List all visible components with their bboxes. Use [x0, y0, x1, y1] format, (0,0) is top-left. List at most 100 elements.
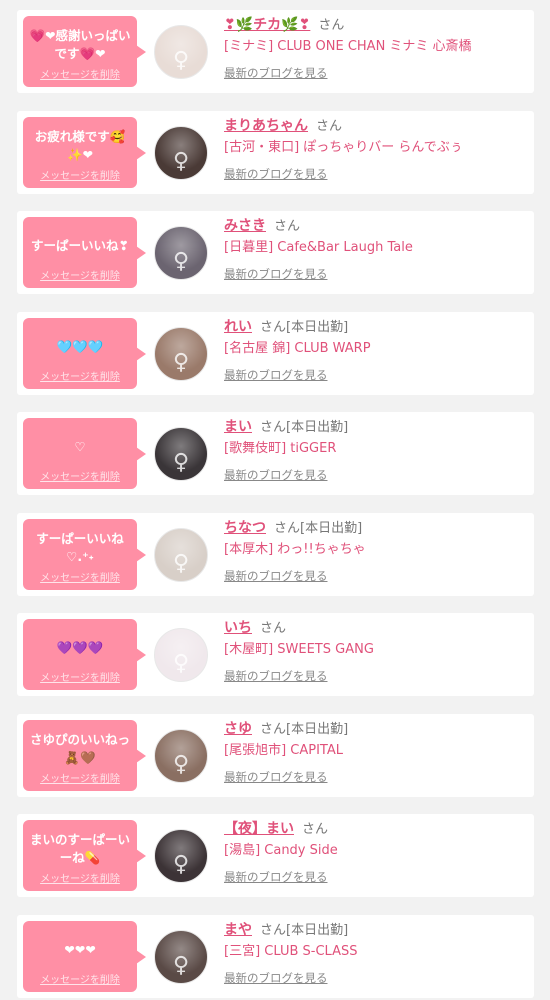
message-bubble: ❤❤❤ メッセージを削除 — [23, 920, 146, 992]
name-line: いち さん — [224, 618, 526, 638]
avatar-person-icon: ♀ — [172, 952, 190, 978]
delete-message-link[interactable]: メッセージを削除 — [23, 569, 137, 584]
message-text: お疲れ様です🥰 ✨❤ — [34, 128, 126, 162]
avatar[interactable]: ♀ — [154, 829, 208, 883]
avatar[interactable]: ♀ — [154, 427, 208, 481]
latest-blog-link[interactable]: 最新のブログを見る — [224, 769, 328, 785]
message-card: さゆぴのいいねっ 🧸🤎 メッセージを削除 ♀ さゆ さん[本日出勤] [尾張旭市]… — [17, 713, 534, 797]
name-line: まい さん[本日出勤] — [224, 417, 526, 437]
message-card: お疲れ様です🥰 ✨❤ メッセージを削除 ♀ まりあちゃん さん [古河・東口] ぽ… — [17, 110, 534, 194]
delete-message-link[interactable]: メッセージを削除 — [23, 468, 137, 483]
sender-name-link[interactable]: さゆ — [224, 721, 252, 737]
honorific: さん — [318, 18, 345, 33]
latest-blog-link[interactable]: 最新のブログを見る — [224, 65, 328, 81]
avatar[interactable]: ♀ — [154, 125, 208, 180]
avatar-person-icon: ♀ — [172, 48, 190, 73]
message-bubble: すーぱーいいね❣ メッセージを削除 — [23, 217, 146, 288]
message-bubble: すーぱーいいね ♡.⁺˖ メッセージを削除 — [23, 518, 146, 590]
latest-blog-link[interactable]: 最新のブログを見る — [224, 467, 328, 483]
message-text: 💗❤感謝いっぱい です💗❤ — [29, 28, 131, 61]
message-bubble: 💗❤感謝いっぱい です💗❤ メッセージを削除 — [23, 16, 146, 87]
avatar-person-icon: ♀ — [172, 450, 190, 475]
message-bubble: まいのすーぱーい ーね💊 メッセージを削除 — [23, 820, 146, 891]
delete-message-link[interactable]: メッセージを削除 — [23, 167, 137, 182]
latest-blog-link[interactable]: 最新のブログを見る — [224, 869, 328, 885]
honorific: さん — [316, 118, 343, 134]
message-card: 🩵🩵🩵 メッセージを削除 ♀ れい さん[本日出勤] [名古屋 錦] CLUB W… — [17, 311, 534, 395]
delete-message-link[interactable]: メッセージを削除 — [23, 368, 137, 383]
delete-message-link[interactable]: メッセージを削除 — [23, 971, 137, 986]
latest-blog-link[interactable]: 最新のブログを見る — [224, 568, 328, 584]
shop-name: [ミナミ] CLUB ONE CHAN ミナミ 心斎橋 — [224, 39, 472, 54]
shop-name: [名古屋 錦] CLUB WARP — [224, 340, 371, 356]
message-text: 🩵🩵🩵 — [56, 338, 104, 354]
avatar[interactable]: ♀ — [154, 728, 208, 783]
message-bubble: さゆぴのいいねっ 🧸🤎 メッセージを削除 — [23, 719, 146, 791]
sender-name-link[interactable]: まい — [224, 419, 252, 435]
avatar[interactable]: ♀ — [154, 226, 208, 280]
shop-name: [本厚木] わっ!!ちゃちゃ — [224, 541, 366, 557]
delete-message-link[interactable]: メッセージを削除 — [23, 669, 137, 684]
shop-name: [木屋町] SWEETS GANG — [224, 642, 374, 657]
shop-name: [湯島] Candy Side — [224, 843, 338, 858]
sender-info: まや さん[本日出勤] [三宮] CLUB S-CLASS 最新のブログを見る — [224, 920, 526, 986]
sender-name-link[interactable]: 【夜】まい — [224, 821, 294, 837]
message-card: 💗❤感謝いっぱい です💗❤ メッセージを削除 ♀ ❣🌿チカ🌿❣ さん [ミナミ] … — [17, 10, 534, 93]
latest-blog-link[interactable]: 最新のブログを見る — [224, 970, 328, 986]
shop-name: [三宮] CLUB S-CLASS — [224, 943, 358, 959]
sender-name-link[interactable]: みさき — [224, 218, 266, 234]
avatar[interactable]: ♀ — [154, 25, 208, 79]
message-list: 💗❤感謝いっぱい です💗❤ メッセージを削除 ♀ ❣🌿チカ🌿❣ さん [ミナミ] … — [0, 0, 550, 1000]
shop-name: [古河・東口] ぽっちゃりバー らんでぶぅ — [224, 139, 463, 155]
latest-blog-link[interactable]: 最新のブログを見る — [224, 166, 328, 182]
sender-name-link[interactable]: ちなつ — [224, 520, 266, 536]
avatar[interactable]: ♀ — [154, 929, 208, 984]
delete-message-link[interactable]: メッセージを削除 — [23, 770, 137, 785]
sender-name-link[interactable]: れい — [224, 319, 252, 335]
message-text: すーぱーいいね ♡.⁺˖ — [36, 530, 124, 564]
status-badge: [本日出勤] — [286, 922, 349, 938]
avatar[interactable]: ♀ — [154, 527, 208, 582]
honorific: さん — [274, 520, 301, 536]
sender-info: いち さん [木屋町] SWEETS GANG 最新のブログを見る — [224, 618, 526, 684]
message-bubble: ♡ メッセージを削除 — [23, 418, 146, 489]
avatar-person-icon: ♀ — [172, 249, 190, 274]
avatar[interactable]: ♀ — [154, 628, 208, 682]
delete-message-link[interactable]: メッセージを削除 — [23, 267, 137, 282]
avatar-person-icon: ♀ — [172, 148, 190, 174]
avatar-person-icon: ♀ — [172, 751, 190, 777]
status-badge: [本日出勤] — [300, 520, 363, 536]
sender-name-link[interactable]: いち — [224, 620, 252, 636]
message-card: 💜💜💜 メッセージを削除 ♀ いち さん [木屋町] SWEETS GANG 最新… — [17, 613, 534, 696]
shop-name: [日暮里] Cafe&Bar Laugh Tale — [224, 240, 413, 255]
latest-blog-link[interactable]: 最新のブログを見る — [224, 367, 328, 383]
sender-info: ❣🌿チカ🌿❣ さん [ミナミ] CLUB ONE CHAN ミナミ 心斎橋 最新の… — [224, 15, 526, 81]
sender-info: みさき さん [日暮里] Cafe&Bar Laugh Tale 最新のブログを見… — [224, 216, 526, 282]
message-bubble: 🩵🩵🩵 メッセージを削除 — [23, 317, 146, 389]
message-card: すーぱーいいね ♡.⁺˖ メッセージを削除 ♀ ちなつ さん[本日出勤] [本厚木… — [17, 512, 534, 596]
message-card: ♡ メッセージを削除 ♀ まい さん[本日出勤] [歌舞伎町] tiGGER 最新… — [17, 412, 534, 495]
sender-name-link[interactable]: まや — [224, 922, 252, 938]
delete-message-link[interactable]: メッセージを削除 — [23, 66, 137, 81]
sender-name-link[interactable]: ❣🌿チカ🌿❣ — [224, 17, 310, 33]
message-card: まいのすーぱーい ーね💊 メッセージを削除 ♀ 【夜】まい さん [湯島] Can… — [17, 814, 534, 897]
honorific: さん — [302, 822, 329, 837]
name-line: ❣🌿チカ🌿❣ さん — [224, 15, 526, 35]
delete-message-link[interactable]: メッセージを削除 — [23, 870, 137, 885]
honorific: さん — [260, 721, 287, 737]
sender-info: 【夜】まい さん [湯島] Candy Side 最新のブログを見る — [224, 819, 526, 885]
name-line: 【夜】まい さん — [224, 819, 526, 839]
avatar-person-icon: ♀ — [172, 852, 190, 877]
latest-blog-link[interactable]: 最新のブログを見る — [224, 668, 328, 684]
avatar[interactable]: ♀ — [154, 326, 208, 381]
status-badge: [本日出勤] — [286, 420, 349, 435]
latest-blog-link[interactable]: 最新のブログを見る — [224, 266, 328, 282]
honorific: さん — [260, 922, 287, 938]
name-line: ちなつ さん[本日出勤] — [224, 518, 526, 538]
name-line: まや さん[本日出勤] — [224, 920, 526, 940]
status-badge: [本日出勤] — [286, 721, 349, 737]
sender-info: ちなつ さん[本日出勤] [本厚木] わっ!!ちゃちゃ 最新のブログを見る — [224, 518, 526, 584]
sender-name-link[interactable]: まりあちゃん — [224, 118, 308, 134]
honorific: さん — [260, 319, 287, 335]
message-text: ❤❤❤ — [64, 941, 96, 957]
